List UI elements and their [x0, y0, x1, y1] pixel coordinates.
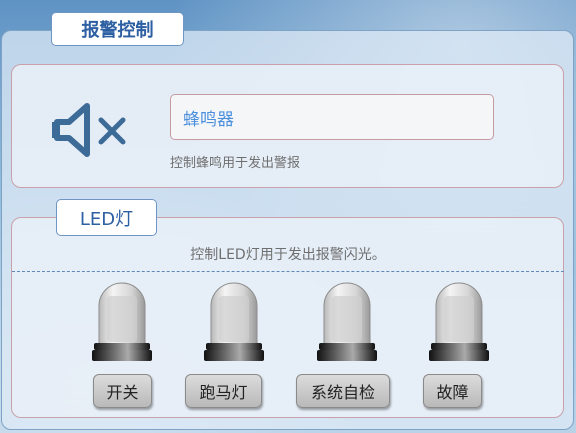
buzzer-field[interactable]: [170, 94, 494, 140]
warning-lamp-icon: [92, 282, 152, 361]
led-marquee-button[interactable]: 跑马灯: [185, 374, 262, 408]
warning-lamp-icon: [317, 282, 377, 361]
led-section-title: LED灯: [56, 199, 157, 236]
warning-lamp-icon: [204, 282, 264, 361]
led-switch-button[interactable]: 开关: [93, 374, 152, 408]
warning-lamp-icon: [429, 282, 489, 361]
speaker-mute-icon[interactable]: [51, 100, 129, 160]
led-fault-button[interactable]: 故障: [423, 374, 482, 408]
alarm-control-title: 报警控制: [51, 12, 184, 46]
divider: [12, 271, 564, 272]
led-hint: 控制LED灯用于发出报警闪光。: [190, 247, 386, 263]
led-self-test-button[interactable]: 系统自检: [296, 374, 390, 408]
buzzer-hint: 控制蜂鸣用于发出警报: [170, 156, 301, 171]
